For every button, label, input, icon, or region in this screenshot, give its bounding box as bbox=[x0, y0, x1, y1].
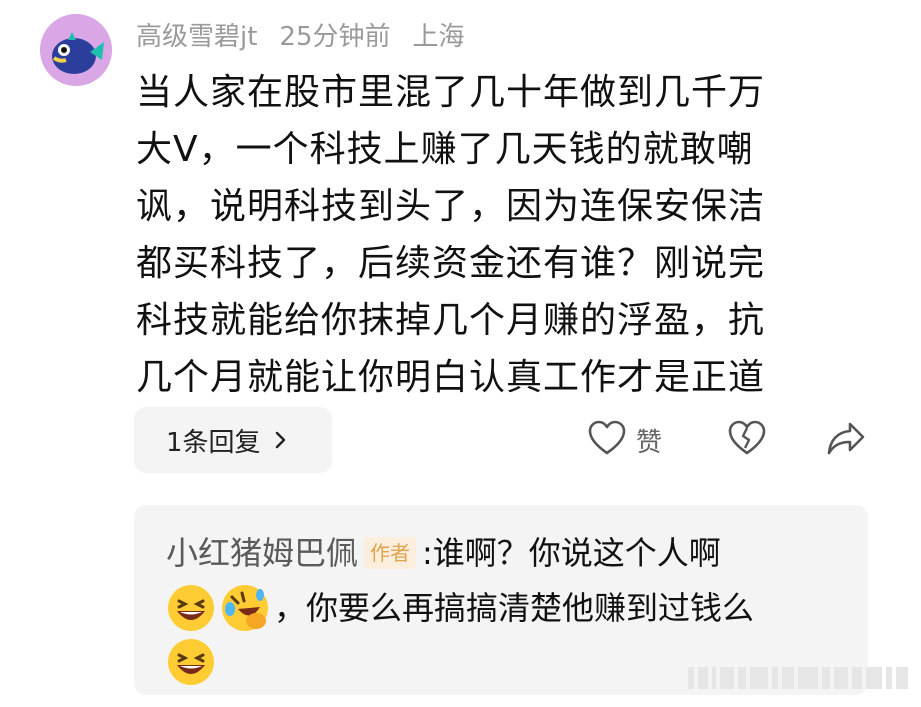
reply-text: ，你要么再搞搞清楚他赚到过钱么 bbox=[274, 589, 755, 627]
username[interactable]: 高级雪碧jt bbox=[136, 16, 257, 53]
reply-line: 小红猪姆巴佩 作者 :谁啊？你说这个人啊 bbox=[166, 529, 721, 577]
share-button[interactable] bbox=[826, 416, 866, 464]
reply-line bbox=[166, 637, 220, 687]
comment-meta: 高级雪碧jt 25分钟前 上海 bbox=[136, 14, 487, 54]
comment-line: 科技就能给你抹掉几个月赚的浮盈，抗 bbox=[136, 300, 766, 341]
comment-line: 都买科技了，后续资金还有谁？刚说完 bbox=[136, 243, 766, 284]
heart-icon bbox=[588, 420, 626, 460]
comment-line: 讽，说明科技到头了，因为连保安保洁 bbox=[136, 186, 766, 227]
author-badge: 作者 bbox=[364, 537, 417, 569]
location: 上海 bbox=[412, 21, 465, 52]
pufferfish-avatar-icon bbox=[40, 14, 112, 86]
like-label: 赞 bbox=[636, 427, 663, 458]
view-replies-button[interactable]: 1条回复 bbox=[134, 407, 332, 473]
chevron-right-icon bbox=[271, 430, 291, 450]
grinning-face-emoji-icon bbox=[166, 583, 216, 633]
share-arrow-icon bbox=[826, 420, 866, 460]
comment-line: 几个月就能让你明白认真工作才是正道 bbox=[136, 357, 766, 398]
timestamp: 25分钟前 bbox=[279, 21, 391, 52]
reply-line: ，你要么再搞搞清楚他赚到过钱么 bbox=[166, 583, 754, 633]
comment-body: 当人家在股市里混了几十年做到几千万 大V，一个科技上赚了几天钱的就敢嘲 讽，说明… bbox=[136, 64, 848, 406]
grinning-face-emoji-icon bbox=[166, 637, 216, 687]
comment-line: 当人家在股市里混了几十年做到几千万 bbox=[136, 72, 766, 113]
watermark bbox=[688, 665, 908, 691]
reply-text: :谁啊？你说这个人啊 bbox=[422, 534, 721, 572]
reply-author[interactable]: 小红猪姆巴佩 bbox=[166, 529, 358, 577]
replies-count-label: 1条回复 bbox=[166, 427, 261, 458]
comment-line: 大V，一个科技上赚了几天钱的就敢嘲 bbox=[136, 129, 754, 170]
broken-heart-icon bbox=[728, 420, 766, 460]
rolling-laughing-emoji-icon bbox=[220, 583, 270, 633]
like-button[interactable]: 赞 bbox=[588, 416, 662, 464]
dislike-button[interactable] bbox=[728, 416, 766, 464]
user-avatar[interactable] bbox=[40, 14, 112, 86]
